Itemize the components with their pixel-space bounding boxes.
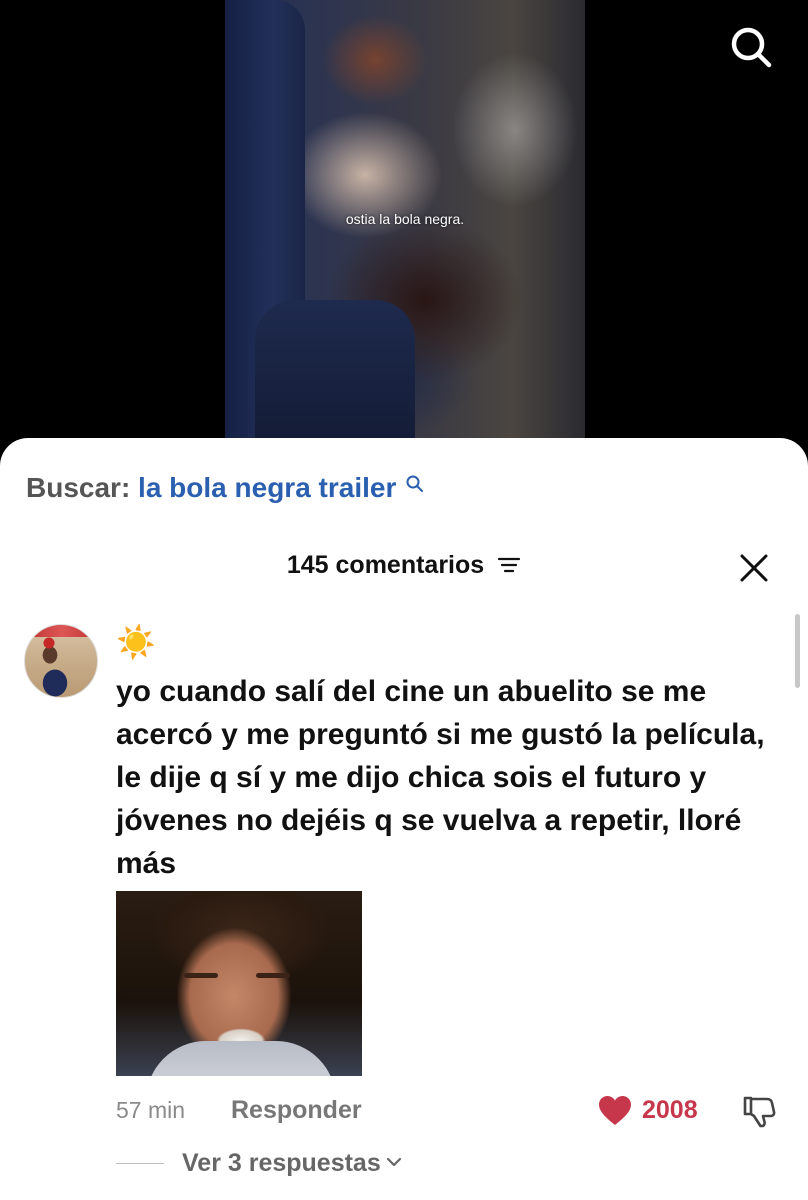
like-count: 2008 [642, 1096, 698, 1124]
comment-text: yo cuando salí del cine un abuelito se m… [116, 675, 765, 880]
comments-count-header: 145 comentarios [0, 551, 808, 580]
video-player[interactable]: ostia la bola negra. [0, 0, 808, 470]
dislike-button[interactable] [741, 1093, 777, 1129]
heart-icon [599, 1096, 631, 1125]
view-replies-label: Ver 3 respuestas [182, 1149, 381, 1177]
close-icon [740, 554, 768, 582]
search-icon [406, 475, 424, 492]
search-button[interactable] [728, 24, 774, 70]
search-suggestion-link[interactable]: Buscar: la bola negra trailer [26, 472, 425, 504]
search-suggestion-prefix: Buscar: [26, 472, 131, 503]
replies-divider [116, 1163, 164, 1164]
comment-gif-image[interactable] [116, 891, 362, 1076]
chevron-down-icon [386, 1158, 401, 1167]
video-seat-shape-lower [255, 300, 415, 440]
video-frame[interactable]: ostia la bola negra. [225, 0, 585, 440]
avatar[interactable] [24, 624, 98, 698]
comment-timestamp: 57 min [116, 1097, 186, 1123]
comments-sheet: Buscar: la bola negra trailer 145 coment… [0, 438, 808, 1200]
filter-icon[interactable] [497, 555, 521, 575]
gif-shape [184, 973, 218, 978]
gif-shape [256, 973, 290, 978]
search-suggestion-term: la bola negra trailer [138, 472, 397, 503]
comment-username[interactable]: ☀️ [116, 624, 156, 660]
scrollbar[interactable] [795, 614, 800, 688]
search-icon [731, 27, 772, 68]
gif-shape [146, 1041, 336, 1076]
video-subtitle: ostia la bola negra. [345, 211, 465, 227]
reply-button[interactable]: Responder [231, 1096, 362, 1125]
view-replies-button[interactable]: Ver 3 respuestas [182, 1149, 403, 1178]
comments-count: 145 comentarios [286, 551, 485, 579]
like-button[interactable] [597, 1094, 633, 1128]
thumbs-down-icon [743, 1096, 776, 1128]
close-button[interactable] [738, 552, 770, 584]
